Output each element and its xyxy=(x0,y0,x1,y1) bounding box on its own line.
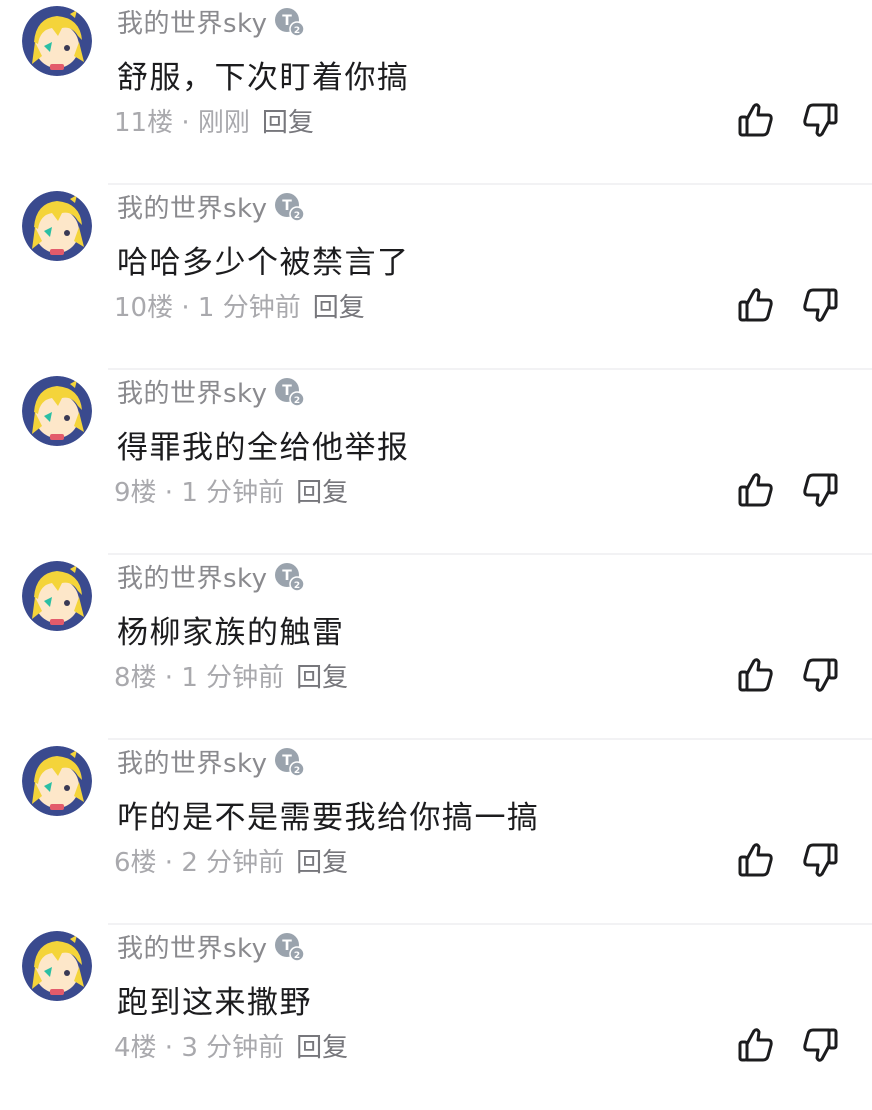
thumbs-up-icon[interactable] xyxy=(736,840,776,880)
comment-text: 舒服，下次盯着你搞 xyxy=(117,60,410,96)
meta-separator: · xyxy=(156,663,182,693)
username[interactable]: 我的世界sky xyxy=(117,3,268,40)
comment-meta: 10楼 · 1 分钟前 回复 xyxy=(114,287,365,324)
avatar[interactable] xyxy=(22,6,92,76)
comment-time: 2 分钟前 xyxy=(181,848,285,878)
comment-text: 跑到这来撒野 xyxy=(117,985,312,1021)
reply-button[interactable]: 回复 xyxy=(313,293,365,323)
username[interactable]: 我的世界sky xyxy=(117,928,268,965)
svg-text:2: 2 xyxy=(293,766,299,776)
floor-number: 9楼 xyxy=(114,478,157,508)
reply-button[interactable]: 回复 xyxy=(296,478,348,508)
username-row: 我的世界sky T 2 xyxy=(117,373,305,410)
thumbs-down-icon[interactable] xyxy=(800,100,840,140)
comment-meta: 4楼 · 3 分钟前 回复 xyxy=(114,1027,348,1064)
svg-text:2: 2 xyxy=(293,26,299,36)
comment-time: 刚刚 xyxy=(197,108,250,138)
username-row: 我的世界sky T 2 xyxy=(117,743,305,780)
comment-item: 我的世界sky T 2 舒服，下次盯着你搞 11楼 · 刚刚 回复 xyxy=(0,0,872,185)
comment-meta: 9楼 · 1 分钟前 回复 xyxy=(114,472,348,509)
level-badge-icon: T 2 xyxy=(273,745,305,777)
avatar[interactable] xyxy=(22,191,92,261)
thumbs-down-icon[interactable] xyxy=(800,655,840,695)
comment-time: 1 分钟前 xyxy=(181,478,285,508)
thumbs-down-icon[interactable] xyxy=(800,1025,840,1065)
thumbs-up-icon[interactable] xyxy=(736,285,776,325)
thumbs-up-icon[interactable] xyxy=(736,100,776,140)
username[interactable]: 我的世界sky xyxy=(117,188,268,225)
svg-text:2: 2 xyxy=(293,581,299,591)
username-row: 我的世界sky T 2 xyxy=(117,558,305,595)
thumbs-down-icon[interactable] xyxy=(800,470,840,510)
username-row: 我的世界sky T 2 xyxy=(117,188,305,225)
avatar[interactable] xyxy=(22,561,92,631)
reply-button[interactable]: 回复 xyxy=(296,1033,348,1063)
meta-separator: · xyxy=(156,478,182,508)
svg-text:2: 2 xyxy=(293,211,299,221)
meta-separator: · xyxy=(173,108,198,138)
thumbs-down-icon[interactable] xyxy=(800,840,840,880)
thumbs-up-icon[interactable] xyxy=(736,1025,776,1065)
username-row: 我的世界sky T 2 xyxy=(117,3,305,40)
floor-number: 6楼 xyxy=(114,848,157,878)
reply-button[interactable]: 回复 xyxy=(296,848,348,878)
comment-time: 1 分钟前 xyxy=(181,663,285,693)
thumbs-up-icon[interactable] xyxy=(736,655,776,695)
level-badge-icon: T 2 xyxy=(273,930,305,962)
username[interactable]: 我的世界sky xyxy=(117,373,268,410)
comment-item: 我的世界sky T 2 得罪我的全给他举报 9楼 · 1 分钟前 回复 xyxy=(0,370,872,555)
comment-text: 哈哈多少个被禁言了 xyxy=(117,245,410,281)
comment-item: 我的世界sky T 2 哈哈多少个被禁言了 10楼 · 1 分钟前 回复 xyxy=(0,185,872,370)
meta-separator: · xyxy=(156,1033,182,1063)
comment-meta: 6楼 · 2 分钟前 回复 xyxy=(114,842,348,879)
comment-time: 1 分钟前 xyxy=(197,293,301,323)
svg-text:2: 2 xyxy=(293,396,299,406)
level-badge-icon: T 2 xyxy=(273,560,305,592)
reply-button[interactable]: 回复 xyxy=(262,108,314,138)
floor-number: 11楼 xyxy=(114,108,174,138)
svg-text:2: 2 xyxy=(293,951,299,961)
comment-item: 我的世界sky T 2 跑到这来撒野 4楼 · 3 分钟前 回复 xyxy=(0,925,872,1110)
comment-item: 我的世界sky T 2 咋的是不是需要我给你搞一搞 6楼 · 2 分钟前 回复 xyxy=(0,740,872,925)
comment-text: 得罪我的全给他举报 xyxy=(117,430,410,466)
avatar[interactable] xyxy=(22,746,92,816)
username[interactable]: 我的世界sky xyxy=(117,558,268,595)
username[interactable]: 我的世界sky xyxy=(117,743,268,780)
avatar[interactable] xyxy=(22,376,92,446)
reply-button[interactable]: 回复 xyxy=(296,663,348,693)
comment-item: 我的世界sky T 2 杨柳家族的触雷 8楼 · 1 分钟前 回复 xyxy=(0,555,872,740)
comment-text: 杨柳家族的触雷 xyxy=(117,615,345,651)
level-badge-icon: T 2 xyxy=(273,190,305,222)
avatar[interactable] xyxy=(22,931,92,1001)
floor-number: 4楼 xyxy=(114,1033,157,1063)
thumbs-down-icon[interactable] xyxy=(800,285,840,325)
comment-time: 3 分钟前 xyxy=(181,1033,285,1063)
floor-number: 8楼 xyxy=(114,663,157,693)
meta-separator: · xyxy=(173,293,198,323)
level-badge-icon: T 2 xyxy=(273,5,305,37)
level-badge-icon: T 2 xyxy=(273,375,305,407)
username-row: 我的世界sky T 2 xyxy=(117,928,305,965)
meta-separator: · xyxy=(156,848,182,878)
comment-text: 咋的是不是需要我给你搞一搞 xyxy=(117,800,540,836)
thumbs-up-icon[interactable] xyxy=(736,470,776,510)
comment-meta: 8楼 · 1 分钟前 回复 xyxy=(114,657,348,694)
floor-number: 10楼 xyxy=(114,293,174,323)
comment-meta: 11楼 · 刚刚 回复 xyxy=(114,102,314,139)
